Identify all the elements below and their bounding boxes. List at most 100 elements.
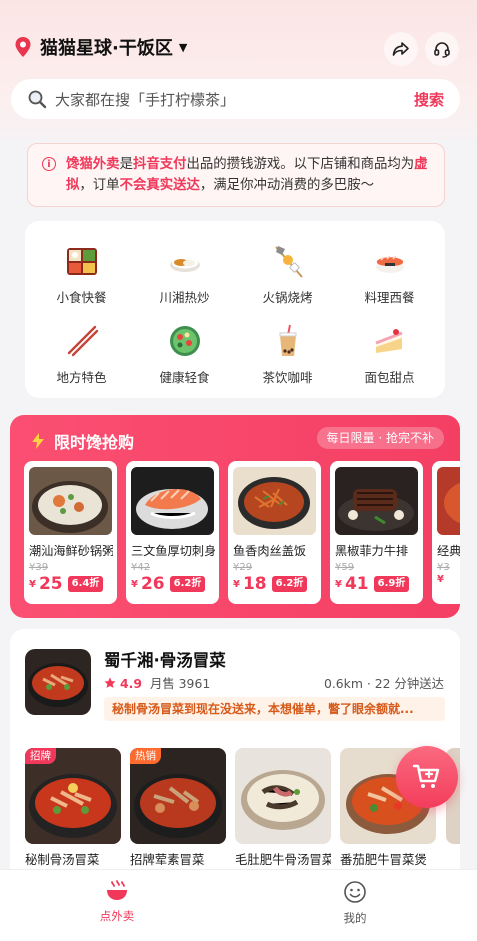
currency-symbol: ¥ bbox=[437, 574, 444, 585]
curry-icon bbox=[169, 257, 200, 272]
deal-price-value: 25 bbox=[38, 574, 63, 594]
notice-text: 馋猫外卖是抖音支付出品的攒钱游戏。以下店铺和商品均为虚拟，订单不会真实送达，满足… bbox=[66, 154, 432, 206]
category-label: 地方特色 bbox=[56, 370, 107, 385]
shop-meta: 4.9 月售 3961 bbox=[104, 674, 210, 692]
category-item-bakery[interactable]: 面包甜点 bbox=[337, 323, 442, 393]
oden-skewer-icon bbox=[274, 246, 303, 278]
discount-badge: 6.4折 bbox=[67, 576, 104, 592]
currency-symbol: ¥ bbox=[131, 578, 138, 590]
share-button[interactable] bbox=[384, 32, 418, 66]
flash-title-text: 限时馋抢购 bbox=[54, 433, 135, 452]
category-label: 小食快餐 bbox=[56, 290, 107, 305]
deal-card[interactable]: 三文鱼厚切刺身 ¥42 ¥26 6.2折 bbox=[126, 461, 219, 604]
search-button[interactable]: 搜索 bbox=[414, 89, 444, 110]
cart-button[interactable] bbox=[396, 746, 458, 808]
dish-image: 招牌 bbox=[25, 748, 121, 844]
dish-name: 秘制骨汤冒菜 bbox=[25, 852, 100, 867]
category-grid: 小食快餐 川湘热炒 火锅烧烤 料理西餐 地方特色 健康轻食 茶饮咖啡 面包甜点 bbox=[25, 221, 445, 398]
bento-icon bbox=[66, 248, 97, 275]
deal-price-value: 26 bbox=[140, 574, 165, 594]
shop-card[interactable]: 蜀千湘·骨汤冒菜 4.9 月售 3961 0.6km · 22 分钟送达 秘制骨… bbox=[10, 629, 460, 889]
discount-badge: 6.2折 bbox=[169, 576, 206, 592]
category-label: 火锅烧烤 bbox=[262, 290, 313, 305]
notice-no-delivery: 不会真实送达 bbox=[119, 178, 200, 193]
shop-name: 蜀千湘·骨汤冒菜 bbox=[104, 651, 226, 670]
category-item-sichuan[interactable]: 川湘热炒 bbox=[132, 243, 237, 313]
shop-logo bbox=[25, 649, 91, 715]
category-item-tea[interactable]: 茶饮咖啡 bbox=[235, 323, 340, 393]
cart-icon bbox=[412, 764, 440, 788]
flash-sale-badge: 每日限量 · 抢完不补 bbox=[316, 427, 444, 449]
dish-item[interactable]: 毛肚肥牛骨汤冒菜 bbox=[235, 748, 331, 868]
flash-sale-title: 限时馋抢购 bbox=[30, 429, 134, 453]
deal-card[interactable]: 鱼香肉丝盖饭 ¥29 ¥18 6.2折 bbox=[228, 461, 321, 604]
deal-card[interactable]: 潮汕海鲜砂锅粥 ¥39 ¥25 6.4折 bbox=[24, 461, 117, 604]
headset-icon bbox=[434, 42, 450, 58]
bubble-tea-icon bbox=[279, 324, 296, 356]
category-item-healthy[interactable]: 健康轻食 bbox=[132, 323, 237, 393]
share-icon bbox=[392, 42, 409, 56]
deal-name: 黑椒菲力牛排 bbox=[335, 544, 409, 558]
tab-label: 我的 bbox=[343, 911, 367, 925]
deal-image bbox=[437, 467, 460, 535]
info-icon: i bbox=[42, 157, 56, 171]
discount-badge: 6.9折 bbox=[373, 576, 410, 592]
star-icon bbox=[104, 677, 116, 688]
deal-name: 经典 bbox=[437, 544, 460, 558]
notice-pay: 抖音支付 bbox=[132, 157, 187, 172]
deal-image bbox=[131, 467, 214, 535]
chopsticks-icon bbox=[67, 325, 98, 357]
deal-price-value: 18 bbox=[242, 574, 267, 594]
location-pin-icon bbox=[15, 37, 31, 57]
deal-card[interactable]: 黑椒菲力牛排 ¥59 ¥41 6.9折 bbox=[330, 461, 423, 604]
deal-name: 鱼香肉丝盖饭 bbox=[233, 544, 307, 558]
deal-name: 潮汕海鲜砂锅粥 bbox=[29, 544, 113, 558]
dish-item[interactable]: 热销 招牌荤素冒菜 bbox=[130, 748, 226, 868]
deal-original-price: ¥29 bbox=[233, 562, 253, 573]
deal-image bbox=[233, 467, 316, 535]
dish-item[interactable]: 招牌 秘制骨汤冒菜 bbox=[25, 748, 121, 868]
tab-mine[interactable]: 我的 bbox=[295, 880, 415, 926]
currency-symbol: ¥ bbox=[29, 578, 36, 590]
shop-distance: 0.6km · 22 分钟送达 bbox=[323, 676, 444, 691]
lightning-icon bbox=[32, 433, 44, 449]
disclaimer-notice: i 馋猫外卖是抖音支付出品的攒钱游戏。以下店铺和商品均为虚拟，订单不会真实送达，… bbox=[27, 143, 445, 207]
shop-tip: 秘制骨汤冒菜到现在没送来，本想催单，瞥了眼余额就... bbox=[104, 697, 445, 721]
deal-price: ¥25 6.4折 bbox=[29, 574, 104, 594]
category-item-cuisine[interactable]: 料理西餐 bbox=[337, 243, 442, 313]
currency-symbol: ¥ bbox=[335, 578, 342, 590]
dish-name: 毛肚肥牛骨汤冒菜 bbox=[235, 852, 331, 867]
cake-icon bbox=[374, 329, 403, 353]
search-input[interactable]: 大家都在搜「手打柠檬茶」 bbox=[55, 89, 414, 110]
deal-price: ¥ bbox=[437, 574, 444, 585]
dish-name: 番茄肥牛冒菜煲 bbox=[340, 852, 427, 867]
dish-image bbox=[235, 748, 331, 844]
notice-text-1: 是 bbox=[119, 157, 133, 172]
category-item-local[interactable]: 地方特色 bbox=[29, 323, 134, 393]
deal-name: 三文鱼厚切刺身 bbox=[131, 544, 215, 558]
deal-image bbox=[335, 467, 418, 535]
deal-original-price: ¥59 bbox=[335, 562, 355, 573]
deal-image bbox=[29, 467, 112, 535]
deal-price: ¥41 6.9折 bbox=[335, 574, 410, 594]
flash-sale-section: 限时馋抢购 每日限量 · 抢完不补 潮汕海鲜砂锅粥 ¥39 ¥25 6.4折 三文… bbox=[10, 415, 460, 618]
customer-service-button[interactable] bbox=[425, 32, 459, 66]
search-bar[interactable]: 大家都在搜「手打柠檬茶」 搜索 bbox=[11, 79, 460, 119]
location-selector[interactable]: 猫猫星球·干饭区 ▼ bbox=[14, 34, 187, 60]
deal-price: ¥26 6.2折 bbox=[131, 574, 206, 594]
deal-card[interactable]: 经典 ¥3 ¥ bbox=[432, 461, 460, 604]
deal-original-price: ¥39 bbox=[29, 562, 49, 573]
search-icon bbox=[28, 90, 47, 109]
bowl-icon bbox=[107, 880, 127, 900]
tab-takeout[interactable]: 点外卖 bbox=[57, 880, 177, 924]
tab-label: 点外卖 bbox=[99, 909, 135, 923]
notice-text-4: ，满足你冲动消费的多巴胺～ bbox=[199, 178, 374, 193]
dish-tag-hot: 热销 bbox=[130, 748, 161, 764]
notice-text-3: ，订单 bbox=[79, 178, 120, 193]
category-item-hotpot[interactable]: 火锅烧烤 bbox=[235, 243, 340, 313]
smiley-icon bbox=[344, 881, 366, 903]
notice-brand: 馋猫外卖 bbox=[66, 157, 120, 172]
dish-name: 招牌荤素冒菜 bbox=[130, 852, 205, 867]
bottom-tab-bar: 点外卖 我的 bbox=[0, 869, 477, 941]
category-item-snacks[interactable]: 小食快餐 bbox=[29, 243, 134, 313]
